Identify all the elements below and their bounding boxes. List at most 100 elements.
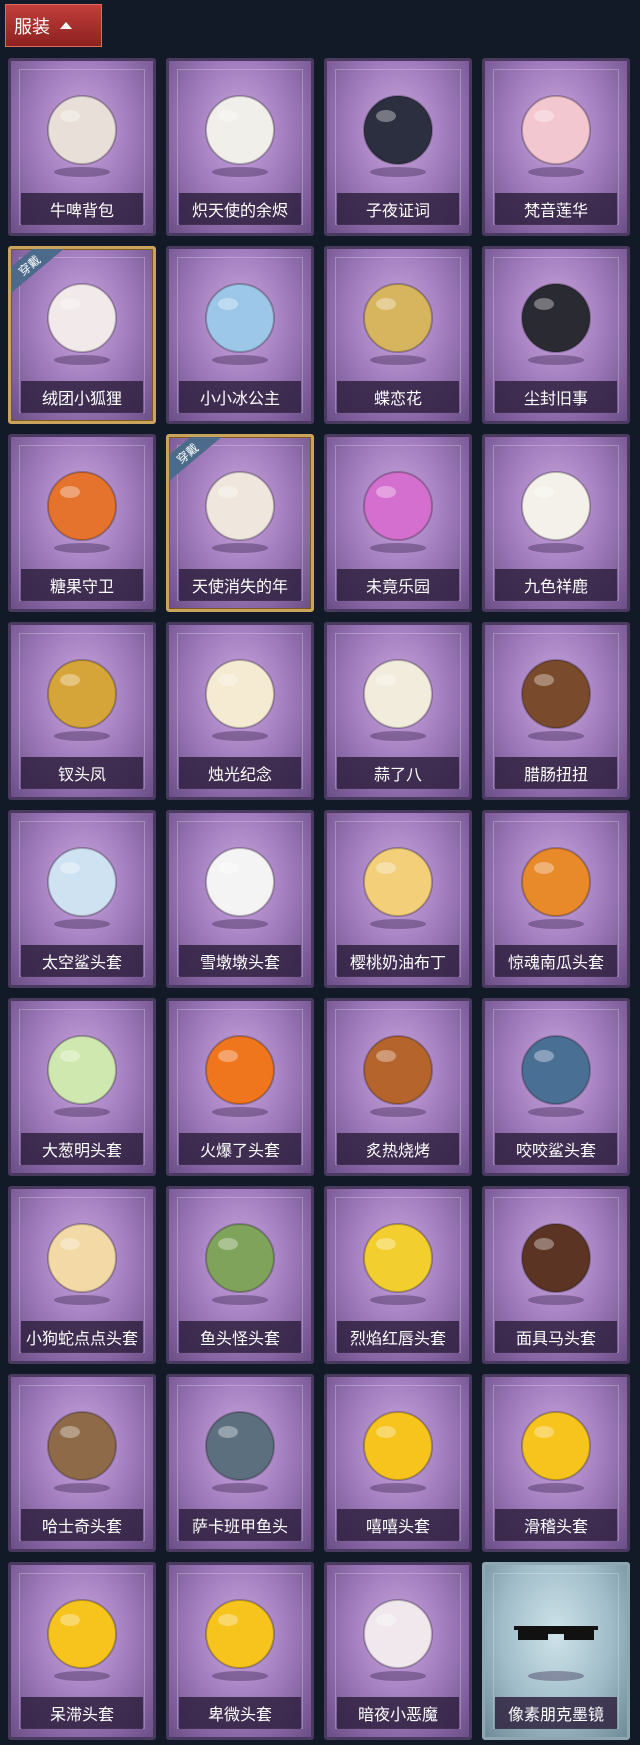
butterfly-bell-icon	[327, 259, 469, 377]
item-name: 樱桃奶油布丁	[337, 945, 459, 977]
item-name: 咬咬鲨头套	[495, 1133, 617, 1165]
dog-snake-head-icon	[11, 1199, 153, 1317]
item-card[interactable]: 小狗蛇点点头套	[8, 1186, 156, 1364]
item-name: 钗头凤	[21, 757, 143, 789]
item-card[interactable]: 哈士奇头套	[8, 1374, 156, 1552]
item-name: 烛光纪念	[179, 757, 301, 789]
item-card[interactable]: 太空鲨头套	[8, 810, 156, 988]
item-card[interactable]: 穿戴 天使消失的年	[166, 434, 314, 612]
item-card[interactable]: 炙热烧烤	[324, 998, 472, 1176]
item-card[interactable]: 炽天使的余烬	[166, 58, 314, 236]
husky-head-icon	[11, 1387, 153, 1505]
item-card[interactable]: 牛啤背包	[8, 58, 156, 236]
space-shark-icon	[11, 823, 153, 941]
item-card[interactable]: 钗头凤	[8, 622, 156, 800]
item-name: 哈士奇头套	[21, 1509, 143, 1541]
funny-emoji-icon	[485, 1387, 627, 1505]
item-name: 鱼头怪头套	[179, 1321, 301, 1353]
item-card[interactable]: 蝶恋花	[324, 246, 472, 424]
humble-emoji-icon	[169, 1575, 311, 1693]
little-devil-icon	[327, 1575, 469, 1693]
snowman-head-icon	[169, 823, 311, 941]
item-name: 火爆了头套	[179, 1133, 301, 1165]
bbq-meat-icon	[327, 1011, 469, 1129]
deer-charm-icon	[485, 447, 627, 565]
item-name: 梵音莲华	[495, 193, 617, 225]
dachshund-head-icon	[485, 635, 627, 753]
item-name: 暗夜小恶魔	[337, 1697, 459, 1729]
horse-head-icon	[485, 1199, 627, 1317]
item-card[interactable]: 小小冰公主	[166, 246, 314, 424]
biting-shark-icon	[485, 1011, 627, 1129]
item-name: 呆滞头套	[21, 1697, 143, 1729]
item-card[interactable]: 梵音莲华	[482, 58, 630, 236]
item-card[interactable]: 子夜证词	[324, 58, 472, 236]
jack-o-lantern-icon	[485, 823, 627, 941]
item-name: 小小冰公主	[179, 381, 301, 413]
item-card[interactable]: 未竟乐园	[324, 434, 472, 612]
item-card[interactable]: 卑微头套	[166, 1562, 314, 1740]
item-name: 像素朋克墨镜	[495, 1697, 617, 1729]
jester-doll-icon	[327, 447, 469, 565]
item-name: 卑微头套	[179, 1697, 301, 1729]
fire-head-icon	[169, 1011, 311, 1129]
fox-charm-icon	[11, 259, 153, 377]
item-card[interactable]: 蒜了八	[324, 622, 472, 800]
item-name: 嘻嘻头套	[337, 1509, 459, 1541]
candle-head-icon	[169, 635, 311, 753]
item-name: 未竟乐园	[337, 569, 459, 601]
item-card[interactable]: 惊魂南瓜头套	[482, 810, 630, 988]
item-name: 牛啤背包	[21, 193, 143, 225]
item-card[interactable]: 樱桃奶油布丁	[324, 810, 472, 988]
item-card[interactable]: 嘻嘻头套	[324, 1374, 472, 1552]
ice-princess-icon	[169, 259, 311, 377]
item-card[interactable]: 腊肠扭扭	[482, 622, 630, 800]
item-card[interactable]: 烈焰红唇头套	[324, 1186, 472, 1364]
item-card[interactable]: 穿戴 绒团小狐狸	[8, 246, 156, 424]
gentleman-doll-icon	[485, 259, 627, 377]
item-name: 烈焰红唇头套	[337, 1321, 459, 1353]
item-card[interactable]: 烛光纪念	[166, 622, 314, 800]
category-tab-costume[interactable]: 服装	[5, 4, 102, 47]
pudding-head-icon	[327, 823, 469, 941]
scallion-head-icon	[11, 1011, 153, 1129]
fish-monster-head-icon	[169, 1199, 311, 1317]
item-card[interactable]: 尘封旧事	[482, 246, 630, 424]
item-grid: 牛啤背包 炽天使的余烬 子夜证词 梵音莲华穿戴 绒团小狐狸 小小冰公主 蝶恋花 尘封旧事糖果守…	[8, 58, 630, 1740]
item-card[interactable]: 九色祥鹿	[482, 434, 630, 612]
item-name: 九色祥鹿	[495, 569, 617, 601]
item-card[interactable]: 火爆了头套	[166, 998, 314, 1176]
item-card[interactable]: 暗夜小恶魔	[324, 1562, 472, 1740]
item-name: 蒜了八	[337, 757, 459, 789]
angel-girl-icon	[169, 447, 311, 565]
item-card[interactable]: 呆滞头套	[8, 1562, 156, 1740]
item-name: 炙热烧烤	[337, 1133, 459, 1165]
item-card[interactable]: 大葱明头套	[8, 998, 156, 1176]
item-name: 雪墩墩头套	[179, 945, 301, 977]
item-name: 子夜证词	[337, 193, 459, 225]
dazed-emoji-icon	[11, 1575, 153, 1693]
item-card[interactable]: 滑稽头套	[482, 1374, 630, 1552]
item-card[interactable]: 咬咬鲨头套	[482, 998, 630, 1176]
item-name: 太空鲨头套	[21, 945, 143, 977]
sacabambaspis-head-icon	[169, 1387, 311, 1505]
item-card[interactable]: 雪墩墩头套	[166, 810, 314, 988]
garlic-head-icon	[327, 635, 469, 753]
pixel-sunglasses-icon	[485, 1575, 627, 1693]
item-card[interactable]: 糖果守卫	[8, 434, 156, 612]
item-card[interactable]: 像素朋克墨镜	[482, 1562, 630, 1740]
crow-doll-icon	[327, 71, 469, 189]
lotus-doll-icon	[485, 71, 627, 189]
item-name: 糖果守卫	[21, 569, 143, 601]
item-name: 天使消失的年	[179, 569, 301, 601]
item-name: 滑稽头套	[495, 1509, 617, 1541]
pumpkin-charm-icon	[11, 447, 153, 565]
item-card[interactable]: 面具马头套	[482, 1186, 630, 1364]
category-tab-label: 服装	[14, 16, 50, 38]
item-card[interactable]: 鱼头怪头套	[166, 1186, 314, 1364]
item-name: 腊肠扭扭	[495, 757, 617, 789]
item-name: 小狗蛇点点头套	[21, 1321, 143, 1353]
item-card[interactable]: 萨卡班甲鱼头	[166, 1374, 314, 1552]
cow-backpack-icon	[11, 71, 153, 189]
angel-doll-icon	[169, 71, 311, 189]
